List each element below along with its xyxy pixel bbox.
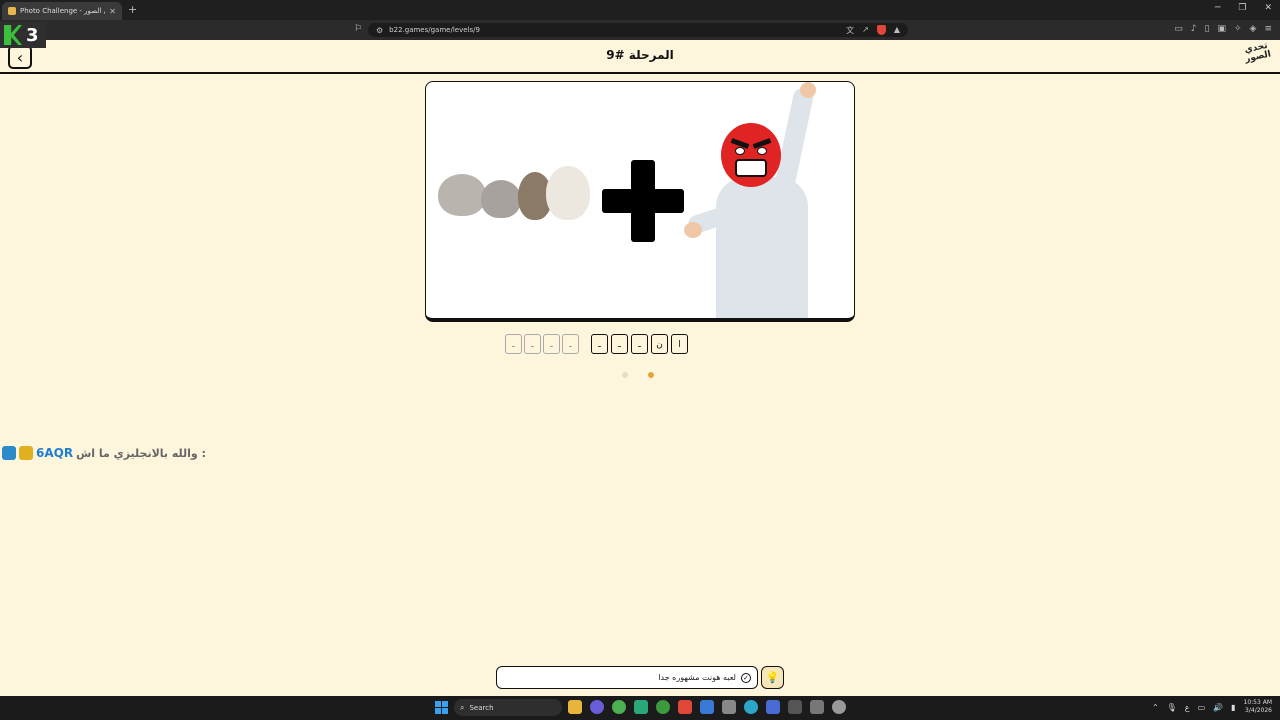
- sidebar-icon[interactable]: ▭: [1174, 24, 1183, 34]
- subscriber-badge-icon: [19, 446, 33, 460]
- boy-hand: [684, 222, 702, 238]
- new-tab-icon[interactable]: +: [128, 3, 137, 16]
- rewards-icon[interactable]: ▲: [894, 25, 900, 36]
- eye: [757, 147, 767, 155]
- music-icon[interactable]: ♪: [1191, 24, 1197, 34]
- clock-time: 10:53 AM: [1243, 699, 1272, 706]
- bird-shape: [546, 166, 590, 220]
- page-indicator: [622, 372, 654, 378]
- xbox-icon[interactable]: [656, 700, 670, 714]
- eye: [735, 147, 745, 155]
- bird-shape: [438, 174, 486, 216]
- indicator-dot-active[interactable]: [648, 372, 654, 378]
- letter-slot[interactable]: ـ: [611, 334, 628, 354]
- chrome-icon[interactable]: [612, 700, 626, 714]
- url-field[interactable]: ⚙ b22.games/game/levels/9 文 ↗ ▲: [368, 23, 908, 37]
- mouth: [735, 159, 767, 177]
- tab-favicon-icon: [8, 7, 16, 15]
- clock[interactable]: 10:53 AM 3/4/2026: [1244, 699, 1272, 715]
- app-icon[interactable]: [722, 700, 736, 714]
- app-icon[interactable]: [634, 700, 648, 714]
- extensions-icon[interactable]: ✧: [1234, 24, 1242, 34]
- share-icon[interactable]: ↗: [862, 25, 869, 36]
- search-icon: ⌕: [460, 702, 465, 712]
- indicator-dot[interactable]: [622, 372, 628, 378]
- minimize-icon[interactable]: ─: [1215, 3, 1220, 13]
- overlay-counter: 3: [26, 24, 39, 46]
- game-header: ‹ المرحلة #9 تحدي الصور: [0, 40, 1280, 74]
- url-text: b22.games/game/levels/9: [389, 26, 480, 34]
- language-indicator[interactable]: ع: [1185, 703, 1190, 712]
- app-icon[interactable]: [810, 700, 824, 714]
- edge-icon[interactable]: [744, 700, 758, 714]
- wallet-icon[interactable]: ▣: [1217, 24, 1226, 34]
- lightbulb-icon: 💡: [765, 671, 780, 684]
- menu-icon[interactable]: ≡: [1264, 24, 1272, 34]
- chevron-up-icon[interactable]: ⌃: [1152, 703, 1159, 712]
- letter-slot[interactable]: ـ: [505, 334, 522, 354]
- taskbar-search[interactable]: ⌕ Search: [454, 699, 562, 716]
- letter-slot[interactable]: ـ: [631, 334, 648, 354]
- taskbar-apps: [568, 700, 846, 714]
- site-info-icon[interactable]: ⚙: [376, 26, 383, 35]
- chat-text: والله بالانجليزي ما اش :: [76, 446, 207, 460]
- letter-slot[interactable]: ا: [671, 334, 688, 354]
- file-explorer-icon[interactable]: [568, 700, 582, 714]
- clock-date: 3/4/2026: [1245, 707, 1272, 714]
- page-title: المرحلة #9: [606, 48, 674, 62]
- vpn-icon[interactable]: ◈: [1250, 24, 1257, 34]
- puzzle-image: [425, 81, 855, 322]
- chat-message: 6AQR والله بالانجليزي ما اش :: [2, 446, 206, 460]
- angry-face-icon: [721, 123, 781, 187]
- shield-icon[interactable]: [876, 24, 886, 35]
- url-actions: 文 ↗ ▲: [846, 24, 900, 36]
- search-label: Search: [469, 703, 494, 712]
- plus-sign-icon: [602, 160, 684, 242]
- tab-title: Photo Challenge - تحدي الصور: [20, 7, 105, 15]
- browser-tab-bar: Photo Challenge - تحدي الصور ✕ + ─ ❐ ✕: [0, 0, 1280, 20]
- app-icon[interactable]: [766, 700, 780, 714]
- app-icon[interactable]: [788, 700, 802, 714]
- battery-icon[interactable]: ▮: [1231, 703, 1235, 712]
- chat-badge-icon: [2, 446, 16, 460]
- mic-icon[interactable]: 🎙: [1167, 703, 1177, 712]
- bird-shape: [481, 180, 521, 218]
- browser-toolbar-icons: ▭ ♪ ▯ ▣ ✧ ◈ ≡: [1174, 24, 1272, 34]
- address-bar-row: ⚐ ⚙ b22.games/game/levels/9 文 ↗ ▲ ▭ ♪ ▯ …: [0, 20, 1280, 40]
- network-icon[interactable]: ▭: [1198, 703, 1206, 712]
- browser-tab[interactable]: Photo Challenge - تحدي الصور ✕: [2, 2, 122, 20]
- system-tray: ⌃ 🎙 ع ▭ 🔊 ▮ 10:53 AM 3/4/2026: [1152, 699, 1272, 715]
- kick-logo-icon: [4, 25, 22, 45]
- hint-text: لعبه هونت مشهوره جدا: [658, 673, 736, 682]
- security-icon[interactable]: [700, 700, 714, 714]
- reader-icon[interactable]: ▯: [1205, 24, 1210, 34]
- volume-icon[interactable]: 🔊: [1213, 703, 1223, 712]
- bookmark-icon[interactable]: ⚐: [354, 24, 362, 34]
- taskbar: ⌕ Search ⌃ 🎙 ع ▭ 🔊 ▮ 10:53 AM 3/4/2026: [0, 696, 1280, 720]
- letter-slot[interactable]: ـ: [591, 334, 608, 354]
- app-icon[interactable]: [590, 700, 604, 714]
- stream-overlay-badge: 3: [0, 22, 46, 48]
- hint-button[interactable]: 💡: [761, 666, 784, 689]
- close-tab-icon[interactable]: ✕: [109, 7, 116, 16]
- hint-bar[interactable]: لعبه هونت مشهوره جدا ✓: [496, 666, 758, 689]
- brave-icon[interactable]: [678, 700, 692, 714]
- chat-username: 6AQR: [36, 446, 74, 460]
- boy-fist: [800, 82, 816, 98]
- windows-start-icon[interactable]: [435, 701, 448, 714]
- letter-slot[interactable]: ـ: [524, 334, 541, 354]
- letter-slot[interactable]: ـ: [543, 334, 560, 354]
- restore-icon[interactable]: ❐: [1238, 3, 1246, 13]
- boy-body: [716, 177, 808, 318]
- brand-logo: تحدي الصور: [1243, 40, 1272, 65]
- window-controls: ─ ❐ ✕: [1215, 3, 1272, 13]
- letter-slot[interactable]: ـ: [562, 334, 579, 354]
- check-icon: ✓: [741, 672, 751, 683]
- letter-slot[interactable]: ن: [651, 334, 668, 354]
- close-window-icon[interactable]: ✕: [1264, 3, 1272, 13]
- translate-icon[interactable]: 文: [846, 25, 854, 36]
- settings-icon[interactable]: [832, 700, 846, 714]
